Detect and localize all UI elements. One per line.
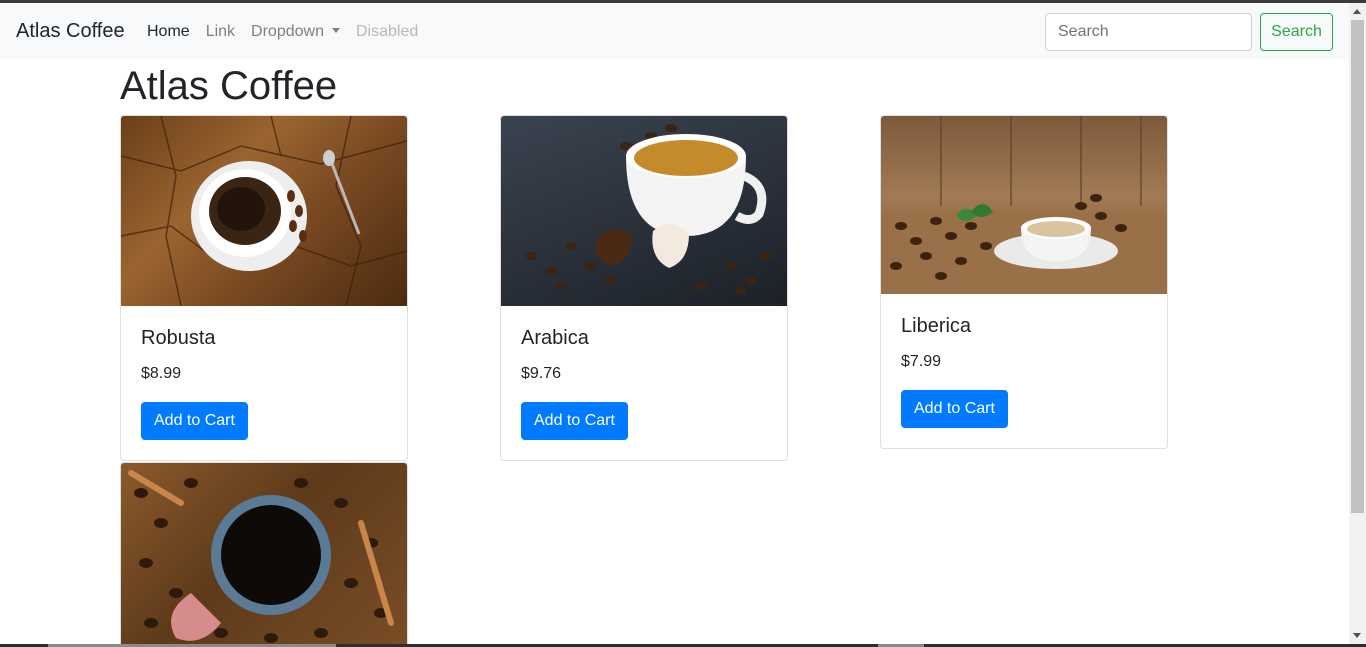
navbar-brand[interactable]: Atlas Coffee (16, 18, 125, 45)
product-image-robusta (121, 116, 407, 306)
navbar: Atlas Coffee Home Link Dropdown Disabled… (0, 3, 1349, 59)
nav-link-disabled: Disabled (355, 23, 419, 40)
nav-links: Home Link Dropdown Disabled (147, 21, 434, 43)
product-price: $7.99 (901, 353, 942, 370)
scroll-down-arrow-icon[interactable] (1353, 633, 1361, 638)
add-to-cart-button[interactable]: Add to Cart (901, 390, 1008, 428)
product-card-liberica: Liberica $7.99 Add to Cart (880, 115, 1168, 449)
product-name: Liberica (901, 315, 972, 337)
scrollbar-thumb[interactable] (1351, 20, 1364, 513)
nav-link-home[interactable]: Home (147, 21, 190, 43)
card-body: Arabica $9.76 Add to Cart (501, 306, 787, 460)
add-to-cart-button[interactable]: Add to Cart (521, 402, 628, 440)
vertical-scrollbar[interactable] (1349, 3, 1366, 644)
product-image-liberica (881, 116, 1167, 294)
product-price: $9.76 (521, 365, 562, 382)
card-body: Robusta $8.99 Add to Cart (121, 306, 407, 460)
page-title: Atlas Coffee (120, 64, 338, 108)
product-image-4 (121, 463, 407, 647)
nav-dropdown-label: Dropdown (251, 23, 324, 40)
search-button[interactable]: Search (1260, 13, 1333, 51)
search-input[interactable] (1045, 13, 1252, 51)
product-name: Robusta (141, 327, 216, 349)
nav-dropdown-toggle[interactable]: Dropdown (251, 21, 340, 43)
caret-down-icon (331, 28, 340, 33)
product-card-robusta: Robusta $8.99 Add to Cart (120, 115, 408, 461)
product-price: $8.99 (141, 365, 182, 382)
scroll-up-arrow-icon[interactable] (1353, 9, 1361, 14)
nav-link-link[interactable]: Link (206, 21, 235, 43)
product-card-arabica: Arabica $9.76 Add to Cart (500, 115, 788, 461)
product-name: Arabica (521, 327, 589, 349)
product-card-4 (120, 462, 408, 647)
card-body: Liberica $7.99 Add to Cart (881, 294, 1167, 448)
product-image-arabica (501, 116, 787, 306)
add-to-cart-button[interactable]: Add to Cart (141, 402, 248, 440)
